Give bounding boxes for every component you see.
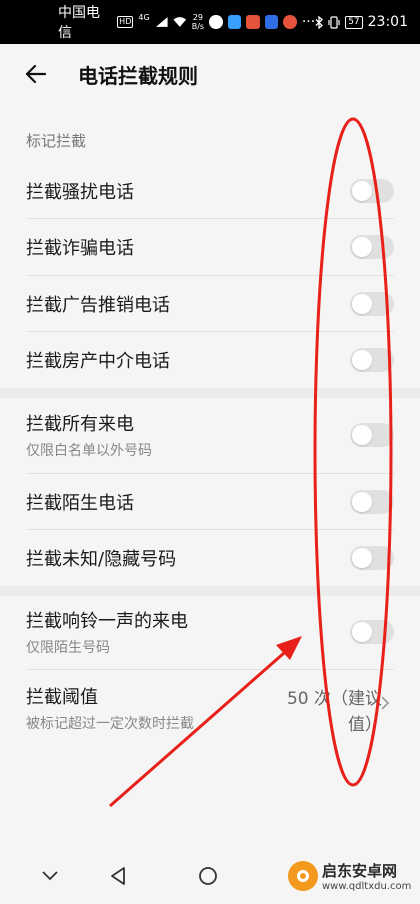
toggle-switch[interactable]: [350, 179, 394, 203]
row-text: 拦截阈值 被标记超过一定次数时拦截: [26, 683, 194, 733]
speed-value: 29: [192, 13, 204, 22]
circle-home-icon: [199, 867, 217, 885]
toggle-switch[interactable]: [350, 235, 394, 259]
group-separator: [0, 586, 420, 596]
chevron-right-icon: [381, 696, 390, 710]
row-block-agent[interactable]: 拦截房产中介电话: [0, 332, 420, 388]
row-title: 拦截响铃一声的来电: [26, 611, 188, 632]
hd-badge: HD: [117, 16, 134, 28]
toggle-switch[interactable]: [350, 292, 394, 316]
row-title: 拦截广告推销电话: [26, 295, 170, 316]
row-block-stranger[interactable]: 拦截陌生电话: [0, 474, 420, 530]
battery-level: 57: [345, 15, 363, 29]
wechat-icon: [209, 15, 223, 29]
watermark-url: www.qdltxdu.com: [322, 881, 412, 892]
row-block-unknown[interactable]: 拦截未知/隐藏号码: [0, 530, 420, 586]
page-title: 电话拦截规则: [78, 63, 198, 88]
toggle-switch[interactable]: [350, 348, 394, 372]
row-title: 拦截未知/隐藏号码: [26, 549, 177, 570]
row-subtitle: 仅限陌生号码: [26, 640, 110, 656]
nav-collapse-button[interactable]: [34, 860, 66, 892]
row-text: 拦截响铃一声的来电 仅限陌生号码: [26, 607, 188, 657]
status-right: 57 23:01: [315, 14, 408, 30]
row-title: 拦截阈值: [26, 687, 98, 708]
toggle-switch[interactable]: [350, 620, 394, 644]
row-block-one-ring[interactable]: 拦截响铃一声的来电 仅限陌生号码: [0, 600, 420, 664]
network-speed: 29 B/s: [192, 13, 204, 31]
row-title: 拦截房产中介电话: [26, 351, 170, 372]
watermark-name: 启东安卓网: [322, 862, 398, 880]
wifi-icon: [173, 17, 187, 27]
row-block-ads[interactable]: 拦截广告推销电话: [0, 276, 420, 332]
toggle-switch[interactable]: [350, 546, 394, 570]
signal-icon: [155, 17, 168, 27]
threshold-value[interactable]: 50 次（建议 值）: [278, 686, 382, 738]
speed-unit: B/s: [191, 22, 205, 31]
row-subtitle: 被标记超过一定次数时拦截: [26, 716, 194, 732]
back-arrow-icon: [25, 64, 47, 84]
watermark-logo-icon: [288, 861, 318, 891]
more-notifications: ···: [301, 14, 316, 30]
back-button[interactable]: [6, 44, 66, 104]
row-title: 拦截骚扰电话: [26, 182, 134, 203]
watermark: 启东安卓网 www.qdltxdu.com: [288, 860, 411, 892]
nav-back-button[interactable]: [102, 860, 134, 892]
chevron-down-icon: [42, 871, 58, 881]
divider: [26, 669, 394, 670]
row-title: 拦截诈骗电话: [26, 238, 134, 259]
bluetooth-icon: [315, 15, 324, 29]
app-notification-icon: [283, 15, 297, 29]
page-header: 电话拦截规则: [0, 44, 420, 104]
status-left: 中国电信 HD 4G 29 B/s ···: [58, 2, 315, 42]
app-notification-icon: [246, 15, 260, 29]
triangle-back-icon: [111, 867, 125, 885]
nav-home-button[interactable]: [192, 860, 224, 892]
row-text: 拦截所有来电 仅限白名单以外号码: [26, 410, 152, 460]
watermark-text: 启东安卓网 www.qdltxdu.com: [322, 860, 411, 892]
toggle-switch[interactable]: [350, 423, 394, 447]
row-block-harassing[interactable]: 拦截骚扰电话: [0, 163, 420, 219]
status-bar: 中国电信 HD 4G 29 B/s ··· 57 23:01: [0, 0, 420, 44]
vibrate-icon: [328, 15, 340, 29]
app-notification-icon: [264, 15, 279, 29]
section-label-marked: 标记拦截: [26, 132, 87, 150]
network-type: 4G: [138, 12, 150, 22]
row-title: 拦截陌生电话: [26, 493, 134, 514]
row-block-all-calls[interactable]: 拦截所有来电 仅限白名单以外号码: [0, 403, 420, 467]
group-separator: [0, 388, 420, 398]
clock: 23:01: [367, 14, 408, 30]
row-title: 拦截所有来电: [26, 414, 134, 435]
row-subtitle: 仅限白名单以外号码: [26, 443, 152, 459]
toggle-switch[interactable]: [350, 490, 394, 514]
carrier-name: 中国电信: [58, 5, 100, 41]
threshold-value-line: 50 次（建议: [286, 689, 382, 709]
row-block-fraud[interactable]: 拦截诈骗电话: [0, 219, 420, 275]
threshold-value-line: 值）: [348, 715, 382, 735]
app-notification-icon: [227, 15, 242, 29]
